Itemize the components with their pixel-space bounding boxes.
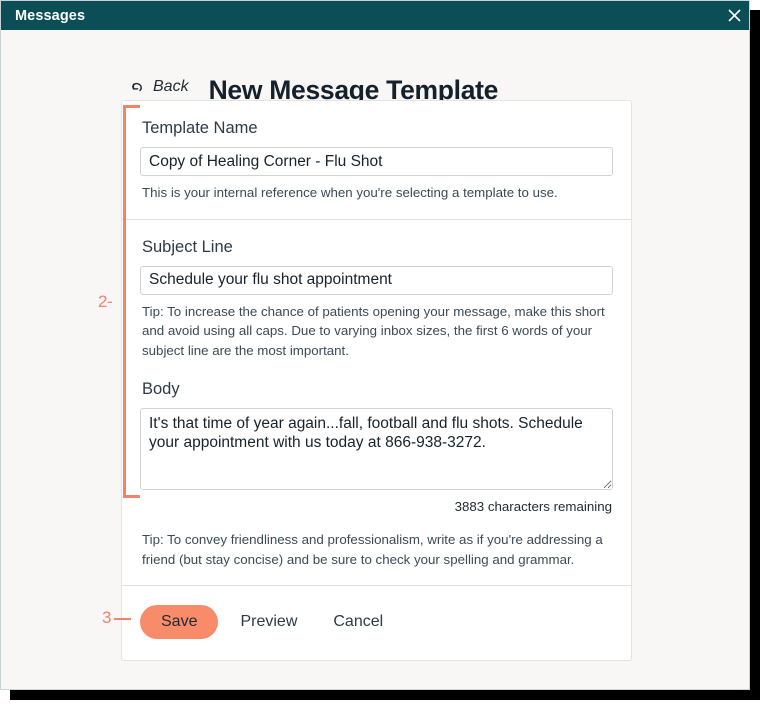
window-title-bar: Messages (1, 1, 749, 30)
annotation-3-number: 3 (102, 608, 112, 627)
subject-line-label: Subject Line (142, 237, 233, 256)
save-button[interactable]: Save (140, 605, 219, 639)
back-link[interactable]: Back (129, 78, 189, 96)
close-icon (727, 9, 741, 22)
template-name-section: Template Name This is your internal refe… (122, 101, 631, 219)
template-name-input[interactable] (140, 147, 613, 176)
window-title: Messages (15, 7, 86, 24)
template-name-label: Template Name (142, 119, 258, 137)
form-actions: Save Preview Cancel (122, 585, 631, 660)
character-counter: 3883 characters remaining (454, 499, 612, 514)
cancel-button[interactable]: Cancel (319, 604, 397, 640)
messages-window: Messages Back New Message Template Templ… (0, 0, 750, 690)
back-label: Back (153, 78, 189, 96)
back-arrow-icon (132, 82, 142, 91)
message-template-form-card: Template Name This is your internal refe… (121, 100, 632, 661)
template-name-helper: This is your internal reference when you… (142, 185, 558, 200)
page-content: Back New Message Template Template Name … (1, 30, 749, 689)
preview-button[interactable]: Preview (226, 604, 311, 640)
annotation-label-2: 2- (98, 292, 113, 311)
subject-line-input[interactable] (140, 265, 613, 295)
close-button[interactable] (717, 1, 749, 30)
body-textarea[interactable] (140, 408, 613, 490)
body-helper: Tip: To convey friendliness and professi… (142, 532, 603, 567)
subject-line-helper: Tip: To increase the chance of patients … (142, 303, 605, 358)
body-label: Body (142, 380, 180, 398)
subject-and-body-section: Subject Line Tip: To increase the chance… (122, 218, 631, 586)
